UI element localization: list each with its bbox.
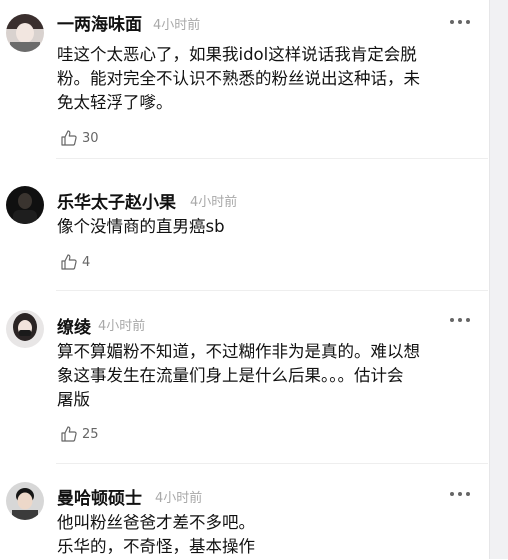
avatar[interactable] xyxy=(6,14,44,52)
comment-item: 缭绫 4小时前 算不算媚粉不知道，不过糊作非为是真的。难以想 象这事发生在流量们… xyxy=(0,298,488,464)
scrollbar[interactable] xyxy=(489,0,508,559)
avatar[interactable] xyxy=(6,310,44,348)
timestamp: 4小时前 xyxy=(98,319,146,334)
comment-item: 曼哈顿硕士 4小时前 他叫粉丝爸爸才差不多吧。 乐华的，不奇怪，基本操作 xyxy=(0,470,488,560)
timestamp: 4小时前 xyxy=(155,491,203,506)
thumbs-up-icon xyxy=(61,130,77,146)
comment-text: 哇这个太恶心了，如果我idol这样说话我肯定会脱 粉。能对完全不认识不熟悉的粉丝… xyxy=(57,45,420,112)
more-dots-icon[interactable] xyxy=(450,20,470,26)
thumbs-up-icon xyxy=(61,254,77,270)
like-count: 30 xyxy=(82,130,99,146)
thumbs-up-icon xyxy=(61,426,77,442)
username[interactable]: 缭绫 xyxy=(57,313,91,338)
username[interactable]: 乐华太子赵小果 xyxy=(57,188,176,213)
username[interactable]: 曼哈顿硕士 xyxy=(57,484,142,509)
divider xyxy=(56,158,488,159)
timestamp: 4小时前 xyxy=(190,195,238,210)
timestamp: 4小时前 xyxy=(153,18,201,33)
comment-item: 一两海味面 4小时前 哇这个太恶心了，如果我idol这样说话我肯定会脱 粉。能对… xyxy=(0,0,488,160)
comment-feed: 一两海味面 4小时前 哇这个太恶心了，如果我idol这样说话我肯定会脱 粉。能对… xyxy=(0,0,490,559)
comment-text: 像个没情商的直男癌sb xyxy=(57,217,225,236)
like-button[interactable]: 30 xyxy=(60,128,99,148)
like-count: 4 xyxy=(82,254,91,270)
divider xyxy=(56,463,488,464)
username[interactable]: 一两海味面 xyxy=(57,10,142,35)
comment-text: 算不算媚粉不知道，不过糊作非为是真的。难以想 象这事发生在流量们身上是什么后果。… xyxy=(57,342,420,409)
like-count: 25 xyxy=(82,426,99,442)
avatar[interactable] xyxy=(6,186,44,224)
like-button[interactable]: 4 xyxy=(60,252,90,272)
avatar[interactable] xyxy=(6,482,44,520)
more-dots-icon[interactable] xyxy=(450,318,470,324)
like-button[interactable]: 25 xyxy=(60,424,99,444)
divider xyxy=(56,290,488,291)
more-dots-icon[interactable] xyxy=(450,492,470,498)
comment-item: 乐华太子赵小果 4小时前 像个没情商的直男癌sb 4 xyxy=(0,170,488,291)
comment-text: 他叫粉丝爸爸才差不多吧。 乐华的，不奇怪，基本操作 xyxy=(57,513,255,556)
